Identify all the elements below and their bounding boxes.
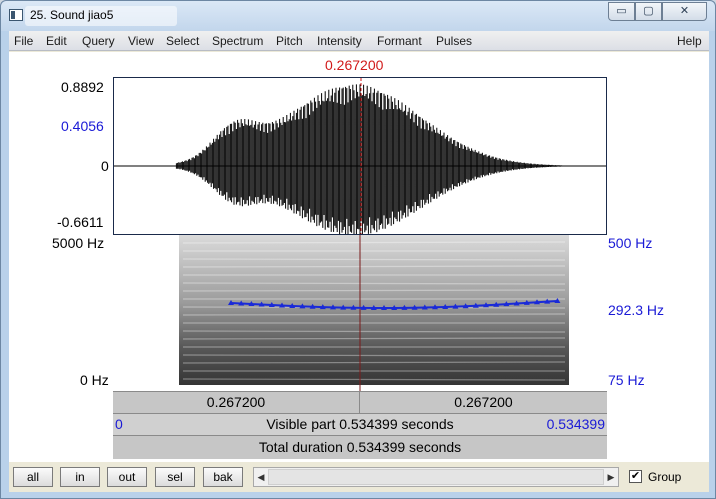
group-checkbox[interactable]: ✔	[629, 470, 642, 483]
title-bar[interactable]: 25. Sound jiao5 ▭ ▢ ✕	[1, 1, 715, 31]
left-segment-duration[interactable]: 0.267200	[113, 394, 359, 410]
spectrogram-panel[interactable]	[113, 235, 607, 391]
waveform-zero-label: 0	[101, 158, 109, 174]
time-scrollbar[interactable]: ◀ ▶	[253, 467, 619, 487]
waveform-panel[interactable]	[113, 77, 607, 235]
menu-file[interactable]: File	[14, 34, 33, 48]
visible-end-label: 0.534399	[546, 416, 605, 432]
waveform-plot	[114, 78, 606, 234]
menu-pitch[interactable]: Pitch	[276, 34, 303, 48]
menu-formant[interactable]: Formant	[377, 34, 422, 48]
menu-query[interactable]: Query	[82, 34, 115, 48]
menu-edit[interactable]: Edit	[46, 34, 67, 48]
menu-help[interactable]: Help	[677, 34, 702, 48]
menu-view[interactable]: View	[128, 34, 154, 48]
scroll-right-icon[interactable]: ▶	[604, 468, 618, 486]
pitch-top-label: 500 Hz	[608, 235, 653, 251]
close-button[interactable]: ✕	[662, 2, 707, 21]
window-title: 25. Sound jiao5	[30, 8, 114, 22]
window-client-area: File Edit Query View Select Spectrum Pit…	[9, 31, 709, 492]
waveform-min-label: -0.6611	[57, 214, 104, 230]
pitch-bottom-label: 75 Hz	[608, 372, 645, 388]
total-duration-bar[interactable]: Total duration 0.534399 seconds	[113, 435, 607, 459]
zoom-in-button[interactable]: in	[60, 467, 100, 487]
selection-time-bar[interactable]: 0.267200 0.267200	[113, 391, 607, 413]
scroll-left-icon[interactable]: ◀	[254, 468, 268, 486]
maximize-button[interactable]: ▢	[635, 2, 662, 21]
pitch-current-label: 292.3 Hz	[608, 302, 665, 318]
spectrogram-plot	[179, 235, 569, 391]
total-duration-label: Total duration 0.534399 seconds	[258, 439, 462, 455]
editor-controls: all in out sel bak ◀ ▶ ✔ Group	[9, 462, 709, 492]
spectrogram-top-freq-label: 5000 Hz	[52, 235, 105, 251]
zoom-out-button[interactable]: out	[107, 467, 147, 487]
waveform-selection-label: 0.4056	[61, 118, 104, 134]
menu-intensity[interactable]: Intensity	[317, 34, 362, 48]
menu-bar: File Edit Query View Select Spectrum Pit…	[9, 31, 709, 51]
praat-sound-window: 25. Sound jiao5 ▭ ▢ ✕ File Edit Query Vi…	[0, 0, 716, 499]
group-label: Group	[648, 470, 682, 484]
app-icon	[9, 9, 23, 21]
visible-part-bar[interactable]: 0 Visible part 0.534399 seconds 0.534399	[113, 413, 607, 435]
spectrogram-bottom-freq-label: 0 Hz	[80, 372, 109, 388]
waveform-max-label: 0.8892	[61, 79, 104, 95]
zoom-back-button[interactable]: bak	[203, 467, 243, 487]
zoom-selection-button[interactable]: sel	[155, 467, 195, 487]
zoom-all-button[interactable]: all	[13, 467, 53, 487]
menu-pulses[interactable]: Pulses	[436, 34, 472, 48]
visible-part-label: Visible part 0.534399 seconds	[266, 416, 454, 432]
sound-editor-canvas[interactable]: 0.267200 0.8892 0.4056 0 -0.6611 5000 Hz…	[9, 52, 709, 462]
menu-select[interactable]: Select	[166, 34, 199, 48]
menu-spectrum[interactable]: Spectrum	[212, 34, 263, 48]
cursor-time-label: 0.267200	[325, 57, 384, 73]
scrollbar-thumb[interactable]	[268, 469, 604, 485]
minimize-button[interactable]: ▭	[608, 2, 635, 21]
waveform-trace	[175, 84, 563, 234]
right-segment-duration[interactable]: 0.267200	[360, 394, 607, 410]
